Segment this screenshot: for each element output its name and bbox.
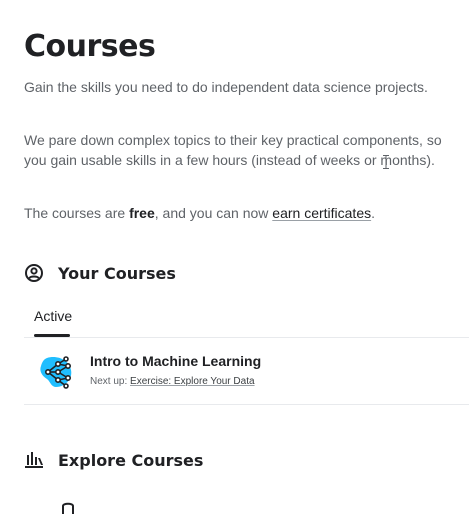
intro-paragraph-3: The courses are free, and you can now ea… bbox=[24, 203, 444, 223]
text-cursor-icon bbox=[383, 155, 389, 169]
course-card-icon bbox=[62, 502, 74, 514]
tabs-divider bbox=[24, 337, 469, 338]
next-exercise-link[interactable]: Exercise: Explore Your Data bbox=[130, 376, 255, 387]
page-title: Courses bbox=[24, 29, 156, 64]
tab-active[interactable]: Active bbox=[34, 308, 72, 324]
explore-courses-heading: Explore Courses bbox=[58, 450, 204, 470]
course-list-divider bbox=[24, 404, 469, 405]
course-list-item[interactable]: Intro to Machine Learning Next up: Exerc… bbox=[24, 340, 469, 402]
intro-paragraph-2: We pare down complex topics to their key… bbox=[24, 132, 442, 168]
intro-paragraph-1: Gain the skills you need to do independe… bbox=[24, 79, 428, 95]
account-circle-icon bbox=[25, 264, 43, 282]
free-text-middle: , and you can now bbox=[154, 205, 273, 221]
machine-learning-course-icon bbox=[40, 356, 72, 389]
free-text-prefix: The courses are bbox=[24, 205, 130, 221]
earn-certificates-link[interactable]: earn certificates bbox=[272, 205, 371, 221]
course-title[interactable]: Intro to Machine Learning bbox=[90, 353, 261, 369]
your-courses-header: Your Courses bbox=[24, 263, 176, 283]
explore-courses-header: Explore Courses bbox=[24, 450, 203, 470]
course-next-up: Next up: Exercise: Explore Your Data bbox=[90, 376, 255, 387]
bar-chart-icon bbox=[25, 452, 43, 468]
free-text: free bbox=[129, 205, 155, 221]
your-courses-heading: Your Courses bbox=[58, 263, 176, 283]
free-text-suffix: . bbox=[371, 205, 375, 221]
next-up-label: Next up: bbox=[90, 376, 131, 387]
